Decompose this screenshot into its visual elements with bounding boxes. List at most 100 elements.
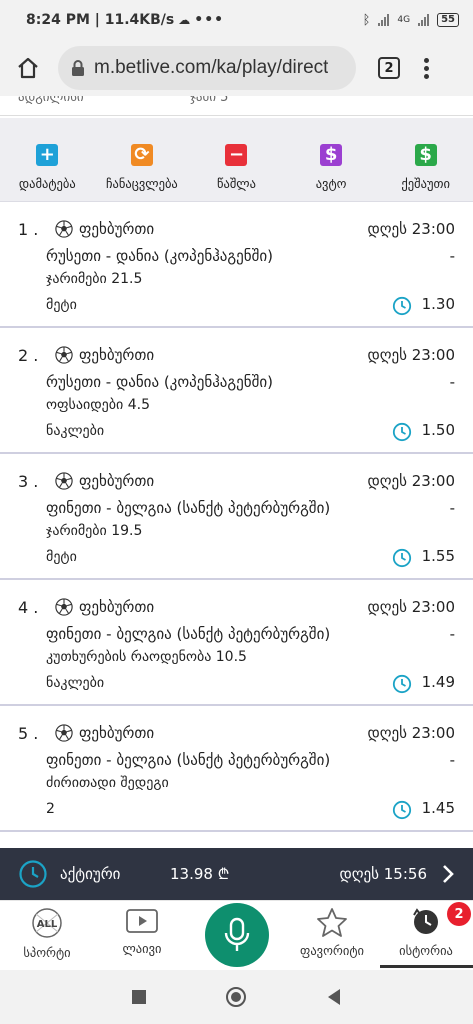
header-strip: ადგილისი ჯამი 5 xyxy=(0,96,473,116)
selection: ნაკლები xyxy=(46,423,105,439)
auto-label: ავტო xyxy=(315,176,347,191)
market-name: კუთხურების რაოდენობა 10.5 xyxy=(46,649,247,665)
match-name: ფინეთი - ბელგია (სანქტ პეტერბურგში) xyxy=(46,751,331,769)
football-icon xyxy=(55,724,73,742)
auto-button[interactable]: $ ავტო xyxy=(285,144,377,191)
odds-value: 1.50 xyxy=(421,421,455,439)
bet-row[interactable]: 5 . ფეხბურთი დღეს 23:00 ფინეთი - ბელგია … xyxy=(0,706,473,832)
sport-name: ფეხბურთი xyxy=(79,724,155,742)
replace-button[interactable]: ⟳ ჩანაცვლება xyxy=(96,144,188,191)
bet-number: 2 . xyxy=(18,346,39,365)
odds-value: 1.55 xyxy=(421,547,455,565)
bet-number: 1 . xyxy=(18,220,39,239)
lock-icon xyxy=(72,60,84,76)
bet-number: 5 . xyxy=(18,724,39,743)
bet-list: 1 . ფეხბურთი დღეს 23:00 რუსეთი - დანია (… xyxy=(0,202,473,832)
nav-sports[interactable]: ALL სპორტი xyxy=(2,907,92,960)
sport-name: ფეხბურთი xyxy=(79,220,155,238)
chevron-right-icon[interactable] xyxy=(441,864,455,884)
score-placeholder: - xyxy=(449,499,455,517)
match-name: რუსეთი - დანია (კოპენჰაგენში) xyxy=(46,247,273,265)
slip-amount: 13.98 ₾ xyxy=(170,865,230,883)
back-button[interactable] xyxy=(326,988,342,1006)
nav-sports-label: სპორტი xyxy=(23,945,71,960)
home-system-button[interactable] xyxy=(225,987,246,1007)
swap-icon: ⟳ xyxy=(130,144,153,166)
clock-icon xyxy=(392,800,412,820)
nav-favorites-label: ფავორიტი xyxy=(300,943,364,958)
battery-icon: 55 xyxy=(437,13,459,27)
nav-live[interactable]: ლაივი xyxy=(97,907,187,956)
market-name: ძირითადი შედეგი xyxy=(46,775,169,791)
status-bar: 8:24 PM | 11.4KB/s ☁ ••• ᛒ 4G 55 xyxy=(0,0,473,40)
status-time: 8:24 PM | 11.4KB/s xyxy=(26,12,175,28)
score-placeholder: - xyxy=(449,373,455,391)
odds-value: 1.49 xyxy=(421,673,455,691)
add-button[interactable]: + დამატება xyxy=(1,144,93,191)
clock-icon xyxy=(392,422,412,442)
score-placeholder: - xyxy=(449,751,455,769)
match-name: ფინეთი - ბელგია (სანქტ პეტერბურგში) xyxy=(46,625,331,643)
sport-name: ფეხბურთი xyxy=(79,472,155,490)
football-icon xyxy=(55,220,73,238)
recents-button[interactable] xyxy=(131,990,146,1004)
nav-favorites[interactable]: ფავორიტი xyxy=(287,907,377,958)
home-button[interactable] xyxy=(0,40,56,96)
selection: მეტი xyxy=(46,549,77,565)
bet-number: 3 . xyxy=(18,472,39,491)
football-icon xyxy=(55,472,73,490)
signal-icon-2 xyxy=(418,14,430,26)
bet-row[interactable]: 2 . ფეხბურთი დღეს 23:00 რუსეთი - დანია (… xyxy=(0,328,473,454)
football-icon xyxy=(55,346,73,364)
slip-status: აქტიური xyxy=(60,865,121,883)
network-type: 4G xyxy=(397,15,411,25)
match-name: რუსეთი - დანია (კოპენჰაგენში) xyxy=(46,373,273,391)
bet-row[interactable]: 3 . ფეხბურთი დღეს 23:00 ფინეთი - ბელგია … xyxy=(0,454,473,580)
selection: 2 xyxy=(46,801,55,817)
tab-switcher-button[interactable]: 2 xyxy=(378,57,400,79)
active-slip-bar[interactable]: აქტიური 13.98 ₾ დღეს 15:56 xyxy=(0,848,473,900)
delete-button[interactable]: − წაშლა xyxy=(190,144,282,191)
match-name: ფინეთი - ბელგია (სანქტ პეტერბურგში) xyxy=(46,499,331,517)
cashout-dollar-icon: $ xyxy=(414,144,437,166)
home-icon xyxy=(18,57,38,79)
bottom-navigation: ALL სპორტი ლაივი ფავორიტი ისტორია xyxy=(0,900,473,970)
score-placeholder: - xyxy=(449,247,455,265)
system-navigation-bar xyxy=(0,970,473,1024)
football-icon xyxy=(55,598,73,616)
odds-value: 1.30 xyxy=(421,295,455,313)
clock-icon xyxy=(19,860,47,888)
slip-time: დღეს 15:56 xyxy=(339,865,427,883)
clock-icon xyxy=(392,548,412,568)
nav-history-label: ისტორია xyxy=(399,943,453,958)
add-label: დამატება xyxy=(18,176,76,191)
url-bar[interactable]: m.betlive.com/ka/play/direct xyxy=(58,46,356,90)
odds-value: 1.45 xyxy=(421,799,455,817)
header-strip-left: ადგილისი xyxy=(18,96,84,105)
match-time: დღეს 23:00 xyxy=(367,724,455,742)
voice-search-button[interactable] xyxy=(205,903,269,967)
market-name: ჯარიმები 21.5 xyxy=(46,271,143,287)
signal-icon xyxy=(378,14,390,26)
match-time: დღეს 23:00 xyxy=(367,220,455,238)
cloud-icon: ☁ xyxy=(178,13,191,27)
minus-icon: − xyxy=(225,144,248,166)
cashout-label: ქეშაუთი xyxy=(401,176,450,191)
cashout-button[interactable]: $ ქეშაუთი xyxy=(380,144,472,191)
selection: მეტი xyxy=(46,297,77,313)
star-icon xyxy=(317,908,347,937)
score-placeholder: - xyxy=(449,625,455,643)
match-time: დღეს 23:00 xyxy=(367,346,455,364)
bluetooth-icon: ᛒ xyxy=(362,12,371,28)
browser-menu-button[interactable] xyxy=(424,57,429,79)
bet-row[interactable]: 1 . ფეხბურთი დღეს 23:00 რუსეთი - დანია (… xyxy=(0,202,473,328)
match-time: დღეს 23:00 xyxy=(367,472,455,490)
browser-toolbar: m.betlive.com/ka/play/direct 2 xyxy=(0,40,473,96)
more-notifications-icon: ••• xyxy=(194,12,225,28)
delete-label: წაშლა xyxy=(217,176,256,191)
active-tab-indicator xyxy=(380,965,473,968)
sports-icon-text: ALL xyxy=(37,919,58,930)
bet-row[interactable]: 4 . ფეხბურთი დღეს 23:00 ფინეთი - ბელგია … xyxy=(0,580,473,706)
clock-icon xyxy=(392,674,412,694)
header-strip-right: ჯამი 5 xyxy=(190,96,229,105)
